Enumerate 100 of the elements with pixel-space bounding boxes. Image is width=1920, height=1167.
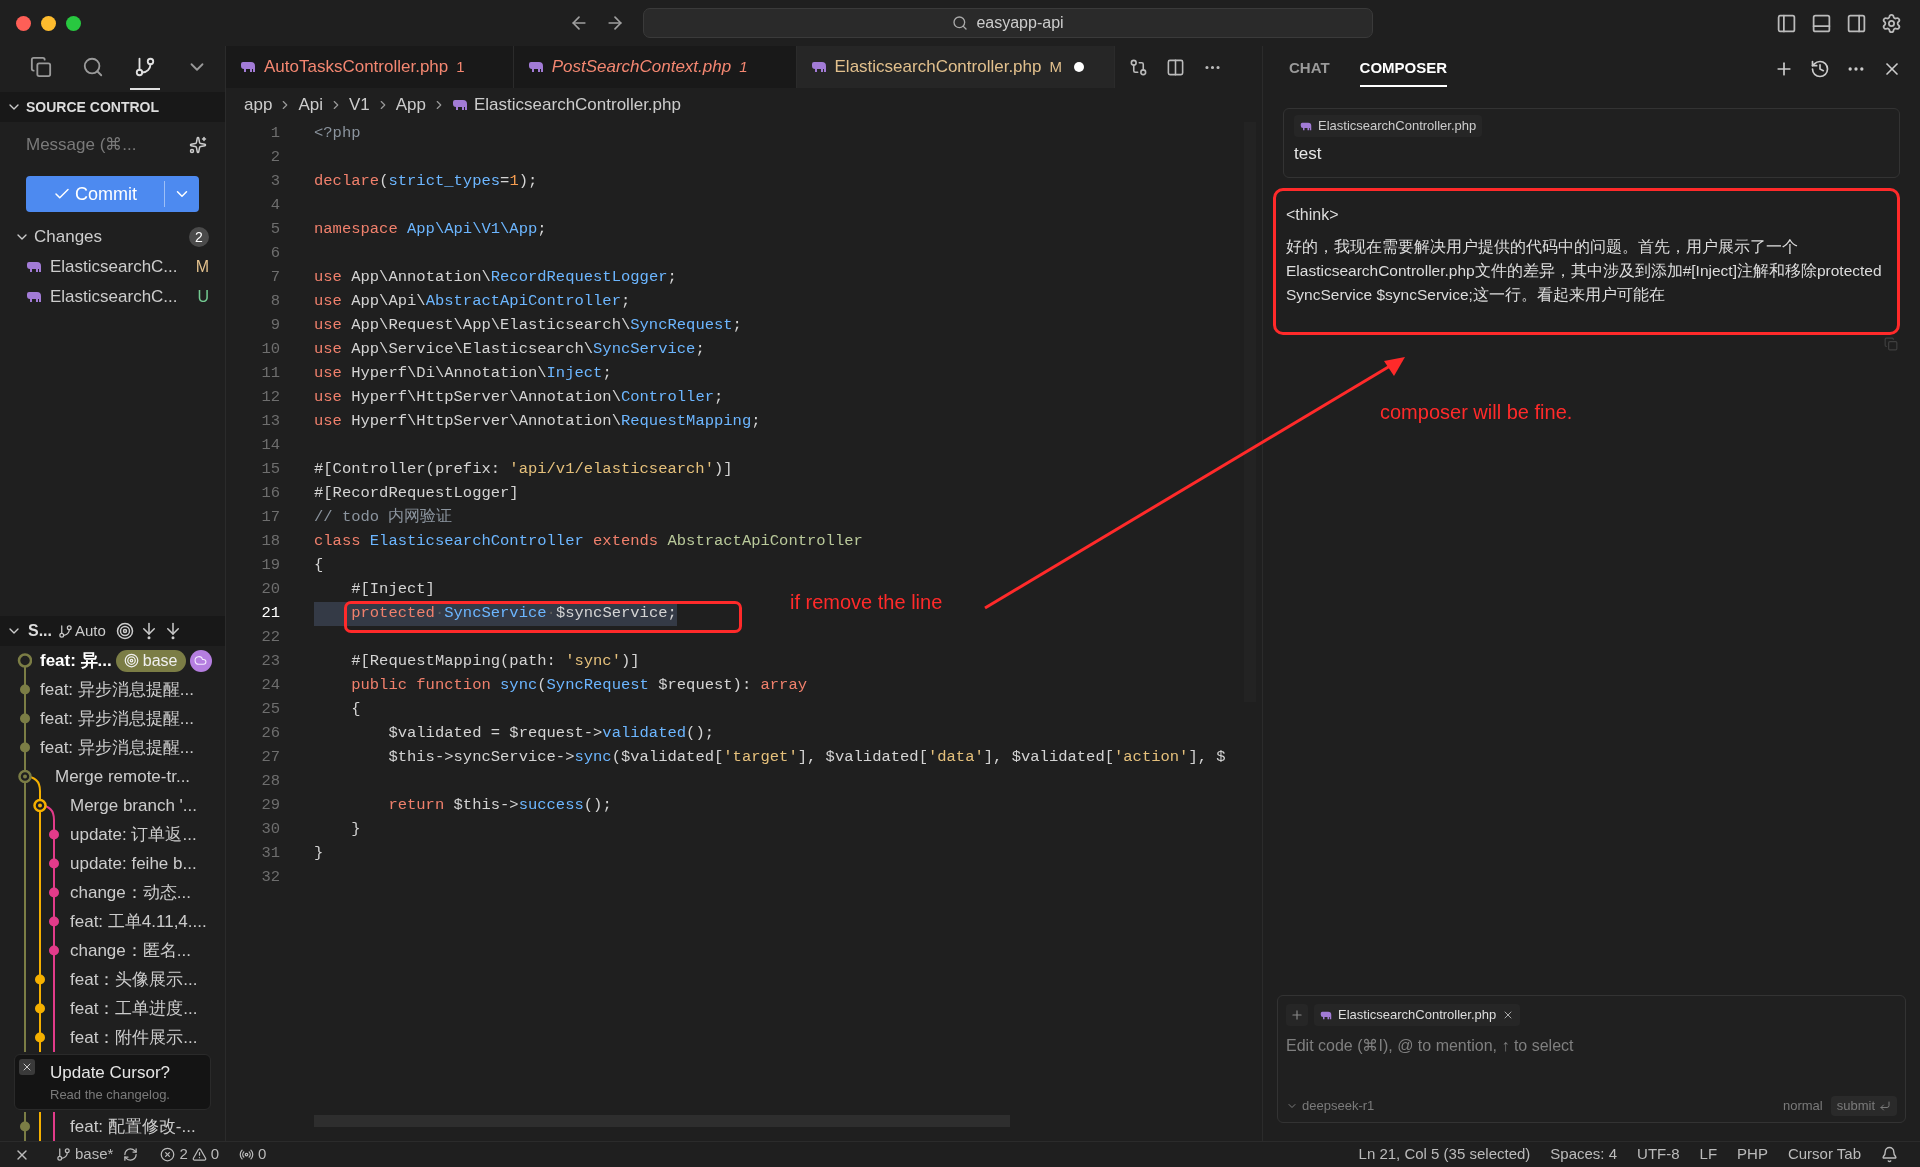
branch-icon (134, 56, 156, 78)
line-number: 19 (260, 555, 280, 577)
breadcrumb-item[interactable]: Api (298, 92, 323, 118)
commit-message[interactable]: feat: 异... (40, 647, 112, 674)
breadcrumb-item[interactable]: ElasticsearchController.php (474, 92, 681, 118)
breadcrumb-item[interactable]: V1 (348, 92, 370, 118)
editor-tab[interactable]: PostSearchContext.php 1 (513, 46, 797, 88)
status-item[interactable]: Spaces: 4 (1550, 1143, 1618, 1166)
line-number: 26 (260, 723, 280, 745)
status-item[interactable]: Cursor Tab (1787, 1143, 1861, 1166)
commit-message[interactable]: feat: 异步消息提醒... (40, 676, 194, 703)
commit-message[interactable]: feat: 异步消息提醒... (40, 705, 194, 732)
line-number: 10 (260, 339, 280, 361)
sync-icon[interactable] (123, 1147, 139, 1162)
commit-message[interactable]: update: feihe b... (70, 850, 197, 877)
line-number: 2 (269, 147, 280, 169)
message-field[interactable]: Message (⌘... (26, 132, 166, 158)
minimize-window-button[interactable] (41, 15, 56, 31)
warning-count: 0 (210, 1144, 220, 1165)
line-number: 8 (269, 291, 280, 313)
section-header[interactable]: SOURCE CONTROL (0, 92, 225, 122)
mode-label[interactable]: normal (1782, 1096, 1823, 1116)
code-line: // todo 内网验证 (314, 507, 453, 529)
status-item[interactable]: LF (1699, 1143, 1718, 1166)
code-line: #[Inject] (350, 579, 435, 601)
file-chip[interactable]: ElasticsearchController.php (1294, 115, 1483, 137)
target-icon[interactable] (115, 622, 134, 640)
composer-input[interactable]: ElasticsearchController.php Edit code (⌘I), @ to mention, ↑ to select deepseek-r1 normal submit (1277, 995, 1906, 1123)
status-item[interactable]: PHP (1737, 1143, 1768, 1166)
notification-toast[interactable]: Update Cursor? Read the changelog. (14, 1054, 211, 1110)
error-count: 2 (179, 1144, 188, 1165)
editor-tab[interactable]: ElasticsearchController.php M (796, 46, 1115, 88)
commit-message[interactable]: feat：附件展示... (70, 1024, 198, 1051)
commit-message[interactable]: Merge branch '... (70, 792, 198, 819)
code-line: #[Controller(prefix: 'api/v1/elasticsearch')] (314, 459, 733, 481)
model-selector[interactable]: deepseek-r1 (1286, 1096, 1375, 1116)
code-line: $this->syncService->sync($validated['target'], $validated['data'], $validated['action'], $ (387, 747, 1226, 769)
commit-message[interactable]: feat: 配置修改-... (70, 1113, 196, 1140)
section-header[interactable]: S... Auto (0, 616, 225, 646)
breadcrumb-item[interactable]: App (395, 92, 426, 118)
line-number: 13 (260, 411, 280, 433)
breadcrumb-item[interactable]: app (244, 92, 273, 118)
close-button[interactable] (19, 1059, 35, 1075)
panel-right-icon[interactable] (1846, 12, 1867, 34)
commit-message[interactable]: change：动态... (70, 879, 191, 906)
code-line: use Hyperf\HttpServer\Annotation\Controller; (314, 387, 724, 409)
line-number: 14 (260, 435, 280, 457)
commit-message[interactable]: feat：工单进度... (70, 995, 198, 1022)
file-chip[interactable]: ElasticsearchController.php (1314, 1004, 1521, 1026)
enter-key-icon (1879, 1100, 1891, 1112)
panel-left-icon[interactable] (1776, 12, 1797, 34)
maximize-window-button[interactable] (66, 15, 81, 31)
status-item[interactable]: Ln 21, Col 5 (35 selected) (1358, 1143, 1531, 1166)
commit-message[interactable]: feat：头像展示... (70, 966, 198, 993)
broadcast-icon (239, 1147, 255, 1162)
settings-icon[interactable] (1881, 12, 1902, 34)
history-icon[interactable] (1810, 59, 1830, 79)
compare-icon[interactable] (1129, 57, 1148, 77)
close-window-button[interactable] (16, 15, 31, 31)
line-number: 29 (260, 795, 280, 817)
branch-icon (56, 1147, 71, 1162)
code-line: use App\Request\App\Elasticsearch\SyncRequest; (314, 315, 742, 337)
elephant-icon (452, 99, 468, 111)
add-context-button[interactable] (1286, 1004, 1308, 1026)
commit-message[interactable]: feat: 工单4.11,4.... (70, 908, 207, 935)
toast-message: Read the changelog. (50, 1086, 171, 1104)
line-number: 9 (269, 315, 280, 337)
split-editor-icon[interactable] (1166, 57, 1185, 77)
problems-status[interactable]: 2 0 (160, 1143, 220, 1166)
line-number: 28 (260, 771, 280, 793)
status-item[interactable]: UTF-8 (1637, 1143, 1680, 1166)
elephant-icon (240, 61, 256, 73)
panel-tab[interactable]: COMPOSER (1359, 50, 1448, 88)
commit-message[interactable]: Merge remote-tr... (55, 763, 191, 790)
panel-bottom-icon[interactable] (1811, 12, 1832, 34)
changed-file-item[interactable]: ElasticsearchC... U (0, 282, 225, 312)
editor-tab[interactable]: AutoTasksController.php 1 (226, 46, 514, 88)
line-number: 12 (260, 387, 280, 409)
scrollbar[interactable] (1244, 122, 1256, 702)
commit-message[interactable]: feat: 异步消息提醒... (40, 734, 194, 761)
panel-tab[interactable]: CHAT (1289, 50, 1330, 88)
code-line: <?php (314, 123, 361, 145)
commit-message[interactable]: change：匿名... (70, 937, 191, 964)
ports-status[interactable]: 0 (239, 1143, 267, 1166)
annotation-text: composer will be fine. (1380, 400, 1573, 425)
sparkle-icon[interactable] (189, 136, 207, 154)
commit-message[interactable]: update: 订单返... (70, 821, 197, 848)
line-number: 20 (260, 579, 280, 601)
code-line: $validated = $request->validated(); (387, 723, 714, 745)
search-field[interactable]: easyapp-api (643, 8, 1373, 38)
error-icon (160, 1147, 176, 1162)
changed-file-item[interactable]: ElasticsearchC... M (0, 252, 225, 282)
code-line: use App\Service\Elasticsearch\SyncService; (314, 339, 705, 361)
line-number: 3 (269, 171, 280, 193)
edit-code-field[interactable]: Edit code (⌘I), @ to mention, ↑ to select (1286, 1034, 1897, 1064)
line-number: 30 (260, 819, 280, 841)
changes-header[interactable]: Changes 2 (0, 222, 225, 252)
toast-title: Update Cursor? (50, 1061, 171, 1084)
branch-status[interactable]: base* (56, 1143, 114, 1166)
bell-icon[interactable] (1881, 1146, 1898, 1163)
